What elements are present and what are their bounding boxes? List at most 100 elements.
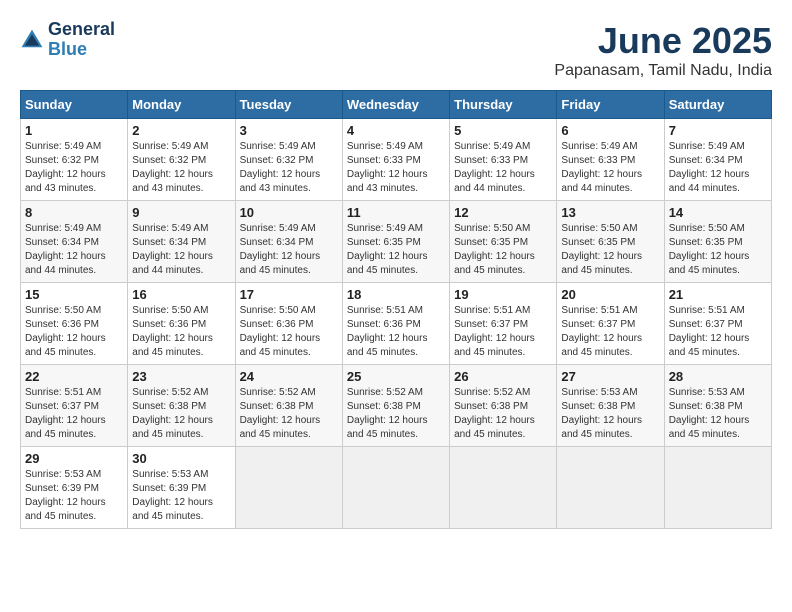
day-info: Sunrise: 5:52 AM Sunset: 6:38 PM Dayligh… — [454, 386, 552, 442]
calendar-cell: 19 Sunrise: 5:51 AM Sunset: 6:37 PM Dayl… — [450, 283, 557, 365]
calendar-header-monday: Monday — [128, 91, 235, 119]
day-info: Sunrise: 5:50 AM Sunset: 6:36 PM Dayligh… — [25, 304, 123, 360]
day-number: 19 — [454, 287, 552, 302]
day-info: Sunrise: 5:51 AM Sunset: 6:37 PM Dayligh… — [669, 304, 767, 360]
calendar-cell: 18 Sunrise: 5:51 AM Sunset: 6:36 PM Dayl… — [342, 283, 449, 365]
calendar-cell: 20 Sunrise: 5:51 AM Sunset: 6:37 PM Dayl… — [557, 283, 664, 365]
location-title: Papanasam, Tamil Nadu, India — [554, 62, 772, 80]
day-info: Sunrise: 5:52 AM Sunset: 6:38 PM Dayligh… — [240, 386, 338, 442]
calendar-cell — [664, 447, 771, 529]
calendar-cell: 30 Sunrise: 5:53 AM Sunset: 6:39 PM Dayl… — [128, 447, 235, 529]
calendar-cell: 25 Sunrise: 5:52 AM Sunset: 6:38 PM Dayl… — [342, 365, 449, 447]
calendar-header-thursday: Thursday — [450, 91, 557, 119]
calendar-cell: 6 Sunrise: 5:49 AM Sunset: 6:33 PM Dayli… — [557, 119, 664, 201]
day-number: 5 — [454, 123, 552, 138]
calendar-week-row: 8 Sunrise: 5:49 AM Sunset: 6:34 PM Dayli… — [21, 201, 772, 283]
calendar-cell: 9 Sunrise: 5:49 AM Sunset: 6:34 PM Dayli… — [128, 201, 235, 283]
calendar-cell: 3 Sunrise: 5:49 AM Sunset: 6:32 PM Dayli… — [235, 119, 342, 201]
calendar-cell: 5 Sunrise: 5:49 AM Sunset: 6:33 PM Dayli… — [450, 119, 557, 201]
day-info: Sunrise: 5:51 AM Sunset: 6:37 PM Dayligh… — [25, 386, 123, 442]
calendar-header-saturday: Saturday — [664, 91, 771, 119]
day-number: 14 — [669, 205, 767, 220]
calendar-week-row: 22 Sunrise: 5:51 AM Sunset: 6:37 PM Dayl… — [21, 365, 772, 447]
day-number: 20 — [561, 287, 659, 302]
day-info: Sunrise: 5:53 AM Sunset: 6:39 PM Dayligh… — [132, 468, 230, 524]
calendar-cell: 10 Sunrise: 5:49 AM Sunset: 6:34 PM Dayl… — [235, 201, 342, 283]
day-info: Sunrise: 5:49 AM Sunset: 6:33 PM Dayligh… — [347, 140, 445, 196]
day-number: 15 — [25, 287, 123, 302]
day-info: Sunrise: 5:49 AM Sunset: 6:32 PM Dayligh… — [25, 140, 123, 196]
day-number: 27 — [561, 369, 659, 384]
calendar-cell: 1 Sunrise: 5:49 AM Sunset: 6:32 PM Dayli… — [21, 119, 128, 201]
logo-line1: General — [48, 20, 115, 40]
calendar-cell: 2 Sunrise: 5:49 AM Sunset: 6:32 PM Dayli… — [128, 119, 235, 201]
logo-text: General Blue — [48, 20, 115, 60]
calendar-cell: 13 Sunrise: 5:50 AM Sunset: 6:35 PM Dayl… — [557, 201, 664, 283]
calendar-cell — [235, 447, 342, 529]
day-info: Sunrise: 5:53 AM Sunset: 6:38 PM Dayligh… — [561, 386, 659, 442]
day-number: 4 — [347, 123, 445, 138]
title-area: June 2025 Papanasam, Tamil Nadu, India — [554, 20, 772, 80]
day-number: 30 — [132, 451, 230, 466]
calendar-cell — [342, 447, 449, 529]
calendar-week-row: 29 Sunrise: 5:53 AM Sunset: 6:39 PM Dayl… — [21, 447, 772, 529]
day-number: 16 — [132, 287, 230, 302]
day-info: Sunrise: 5:49 AM Sunset: 6:34 PM Dayligh… — [25, 222, 123, 278]
calendar-cell: 22 Sunrise: 5:51 AM Sunset: 6:37 PM Dayl… — [21, 365, 128, 447]
calendar-header-sunday: Sunday — [21, 91, 128, 119]
calendar-header-tuesday: Tuesday — [235, 91, 342, 119]
calendar-body: 1 Sunrise: 5:49 AM Sunset: 6:32 PM Dayli… — [21, 119, 772, 529]
day-number: 3 — [240, 123, 338, 138]
day-info: Sunrise: 5:50 AM Sunset: 6:35 PM Dayligh… — [669, 222, 767, 278]
calendar-cell: 4 Sunrise: 5:49 AM Sunset: 6:33 PM Dayli… — [342, 119, 449, 201]
day-number: 8 — [25, 205, 123, 220]
day-info: Sunrise: 5:49 AM Sunset: 6:32 PM Dayligh… — [132, 140, 230, 196]
logo-line2: Blue — [48, 40, 115, 60]
day-number: 6 — [561, 123, 659, 138]
day-number: 24 — [240, 369, 338, 384]
calendar-cell: 21 Sunrise: 5:51 AM Sunset: 6:37 PM Dayl… — [664, 283, 771, 365]
day-number: 23 — [132, 369, 230, 384]
day-number: 26 — [454, 369, 552, 384]
day-number: 18 — [347, 287, 445, 302]
calendar-table: SundayMondayTuesdayWednesdayThursdayFrid… — [20, 90, 772, 529]
calendar-header-friday: Friday — [557, 91, 664, 119]
day-info: Sunrise: 5:53 AM Sunset: 6:39 PM Dayligh… — [25, 468, 123, 524]
day-number: 22 — [25, 369, 123, 384]
day-info: Sunrise: 5:51 AM Sunset: 6:37 PM Dayligh… — [454, 304, 552, 360]
calendar-cell — [557, 447, 664, 529]
day-info: Sunrise: 5:53 AM Sunset: 6:38 PM Dayligh… — [669, 386, 767, 442]
calendar-cell: 16 Sunrise: 5:50 AM Sunset: 6:36 PM Dayl… — [128, 283, 235, 365]
day-info: Sunrise: 5:49 AM Sunset: 6:34 PM Dayligh… — [669, 140, 767, 196]
day-info: Sunrise: 5:49 AM Sunset: 6:35 PM Dayligh… — [347, 222, 445, 278]
day-number: 1 — [25, 123, 123, 138]
day-info: Sunrise: 5:52 AM Sunset: 6:38 PM Dayligh… — [132, 386, 230, 442]
calendar-cell: 15 Sunrise: 5:50 AM Sunset: 6:36 PM Dayl… — [21, 283, 128, 365]
day-info: Sunrise: 5:49 AM Sunset: 6:34 PM Dayligh… — [240, 222, 338, 278]
day-info: Sunrise: 5:51 AM Sunset: 6:37 PM Dayligh… — [561, 304, 659, 360]
day-number: 28 — [669, 369, 767, 384]
day-number: 25 — [347, 369, 445, 384]
calendar-week-row: 15 Sunrise: 5:50 AM Sunset: 6:36 PM Dayl… — [21, 283, 772, 365]
calendar-header-row: SundayMondayTuesdayWednesdayThursdayFrid… — [21, 91, 772, 119]
day-info: Sunrise: 5:50 AM Sunset: 6:35 PM Dayligh… — [454, 222, 552, 278]
calendar-week-row: 1 Sunrise: 5:49 AM Sunset: 6:32 PM Dayli… — [21, 119, 772, 201]
calendar-cell: 8 Sunrise: 5:49 AM Sunset: 6:34 PM Dayli… — [21, 201, 128, 283]
calendar-cell — [450, 447, 557, 529]
calendar-cell: 17 Sunrise: 5:50 AM Sunset: 6:36 PM Dayl… — [235, 283, 342, 365]
header: General Blue June 2025 Papanasam, Tamil … — [20, 20, 772, 80]
calendar-cell: 11 Sunrise: 5:49 AM Sunset: 6:35 PM Dayl… — [342, 201, 449, 283]
calendar-cell: 14 Sunrise: 5:50 AM Sunset: 6:35 PM Dayl… — [664, 201, 771, 283]
calendar-cell: 12 Sunrise: 5:50 AM Sunset: 6:35 PM Dayl… — [450, 201, 557, 283]
day-number: 11 — [347, 205, 445, 220]
logo-icon — [20, 28, 44, 52]
day-info: Sunrise: 5:51 AM Sunset: 6:36 PM Dayligh… — [347, 304, 445, 360]
calendar-cell: 23 Sunrise: 5:52 AM Sunset: 6:38 PM Dayl… — [128, 365, 235, 447]
day-info: Sunrise: 5:52 AM Sunset: 6:38 PM Dayligh… — [347, 386, 445, 442]
day-info: Sunrise: 5:50 AM Sunset: 6:36 PM Dayligh… — [132, 304, 230, 360]
day-info: Sunrise: 5:49 AM Sunset: 6:33 PM Dayligh… — [561, 140, 659, 196]
day-info: Sunrise: 5:50 AM Sunset: 6:35 PM Dayligh… — [561, 222, 659, 278]
day-info: Sunrise: 5:49 AM Sunset: 6:33 PM Dayligh… — [454, 140, 552, 196]
day-number: 7 — [669, 123, 767, 138]
day-number: 10 — [240, 205, 338, 220]
